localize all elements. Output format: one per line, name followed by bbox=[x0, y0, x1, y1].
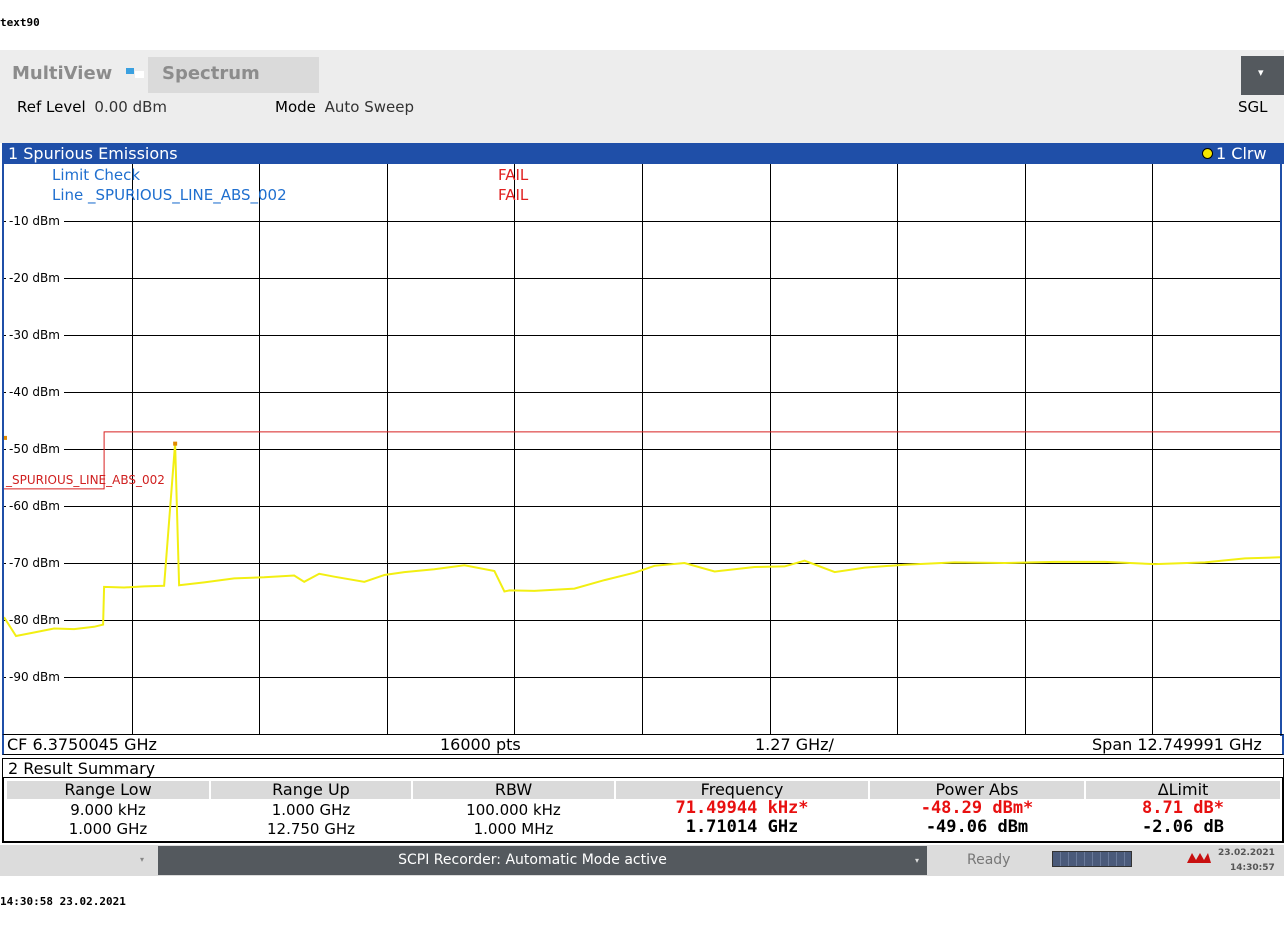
column-header: Power Abs bbox=[870, 781, 1084, 799]
table-cell: 71.49944 kHz* bbox=[675, 798, 809, 818]
ref-level-label: Ref Level bbox=[17, 98, 86, 116]
table-cell: -48.29 dBm* bbox=[920, 798, 1034, 818]
table-cell: -2.06 dB bbox=[1142, 817, 1224, 837]
table-cell: 100.000 kHz bbox=[466, 801, 561, 819]
spectrum-tab[interactable]: Spectrum bbox=[148, 57, 319, 93]
y-tick-label: -50 dBm bbox=[9, 442, 60, 456]
rs-logo-icon bbox=[1187, 853, 1211, 863]
column-header: ΔLimit bbox=[1086, 781, 1280, 799]
y-tick-label: -60 dBm bbox=[9, 499, 60, 513]
column-header: RBW bbox=[413, 781, 614, 799]
table-cell: 1.000 MHz bbox=[473, 820, 554, 838]
chevron-down-icon: ▾ bbox=[915, 856, 920, 865]
y-tick-label: -30 dBm bbox=[9, 328, 60, 342]
limit-start-marker bbox=[4, 435, 7, 440]
trace-dot-icon bbox=[1202, 148, 1213, 159]
ref-level-value: 0.00 dBm bbox=[94, 98, 167, 116]
mode-label: Mode bbox=[275, 98, 316, 116]
progress-meter bbox=[1052, 851, 1132, 867]
status-time: 14:30:57 bbox=[1230, 863, 1275, 873]
multiview-icon bbox=[126, 68, 144, 78]
y-tick-label: -90 dBm bbox=[9, 670, 60, 684]
sweep-points: 16000 pts bbox=[440, 735, 521, 754]
y-tick-label: -70 dBm bbox=[9, 556, 60, 570]
mode-value: Auto Sweep bbox=[324, 98, 415, 116]
y-tick-label: -10 dBm bbox=[9, 214, 60, 228]
ref-level: Ref Level 0.00 dBm bbox=[17, 98, 167, 116]
table-cell: -49.06 dBm bbox=[925, 817, 1029, 837]
y-tick-label: -20 dBm bbox=[9, 271, 60, 285]
ready-status: Ready bbox=[967, 852, 1011, 868]
window2-title: 2 Result Summary bbox=[8, 759, 156, 778]
spectrum-plot[interactable]: -10 dBm -20 dBm -30 dBm -40 dBm -50 dBm -60 d… bbox=[4, 164, 1280, 734]
bottom-caption: 14:30:58 23.02.2021 bbox=[0, 895, 126, 908]
chevron-down-icon: ▾ bbox=[140, 855, 145, 864]
table-cell: 1.000 GHz bbox=[271, 801, 351, 819]
mode: Mode Auto Sweep bbox=[275, 98, 414, 116]
status-dropdown-left[interactable]: ▾ bbox=[0, 845, 156, 876]
column-header: Range Low bbox=[7, 781, 209, 799]
chevron-down-icon: ▾ bbox=[1258, 66, 1264, 79]
trace-label: 1 Clrw bbox=[1216, 144, 1267, 163]
table-cell: 1.000 GHz bbox=[68, 820, 148, 838]
y-tick-label: -40 dBm bbox=[9, 385, 60, 399]
center-frequency: CF 6.3750045 GHz bbox=[7, 735, 157, 754]
status-date: 23.02.2021 bbox=[1218, 848, 1275, 858]
sgl-indicator[interactable]: SGL bbox=[1238, 98, 1268, 116]
table-cell: 12.750 GHz bbox=[266, 820, 356, 838]
window1-title: 1 Spurious Emissions bbox=[8, 144, 178, 163]
multiview-tab[interactable]: MultiView bbox=[12, 63, 112, 84]
scpi-recorder-bar[interactable]: SCPI Recorder: Automatic Mode active ▾ bbox=[158, 846, 927, 875]
column-header: Frequency bbox=[616, 781, 868, 799]
span: Span 12.749991 GHz bbox=[1092, 735, 1262, 754]
table-cell: 1.71014 GHz bbox=[685, 817, 799, 837]
column-header: Range Up bbox=[211, 781, 411, 799]
limit-line-marker-label: _SPURIOUS_LINE_ABS_002 bbox=[6, 473, 165, 487]
table-cell: 8.71 dB* bbox=[1142, 798, 1224, 818]
limit-check-label: Limit Check bbox=[52, 166, 141, 184]
result-summary-titlebar[interactable]: 2 Result Summary bbox=[2, 758, 1284, 778]
limit-line-label: Line _SPURIOUS_LINE_ABS_002 bbox=[52, 186, 287, 204]
scpi-status: SCPI Recorder: Automatic Mode active bbox=[398, 852, 667, 868]
y-tick-label: -80 dBm bbox=[9, 613, 60, 627]
limit-check-result: FAIL bbox=[498, 166, 529, 184]
menu-dropdown-button[interactable]: ▾ bbox=[1241, 56, 1284, 95]
table-cell: 9.000 kHz bbox=[70, 801, 146, 819]
division-width: 1.27 GHz/ bbox=[755, 735, 834, 754]
limit-line-result: FAIL bbox=[498, 186, 529, 204]
peak-marker bbox=[173, 441, 178, 446]
spectrum-tab-label: Spectrum bbox=[162, 63, 260, 84]
top-caption: text90 bbox=[0, 16, 40, 29]
spurious-emissions-titlebar[interactable]: 1 Spurious Emissions 1 Clrw bbox=[2, 143, 1284, 164]
